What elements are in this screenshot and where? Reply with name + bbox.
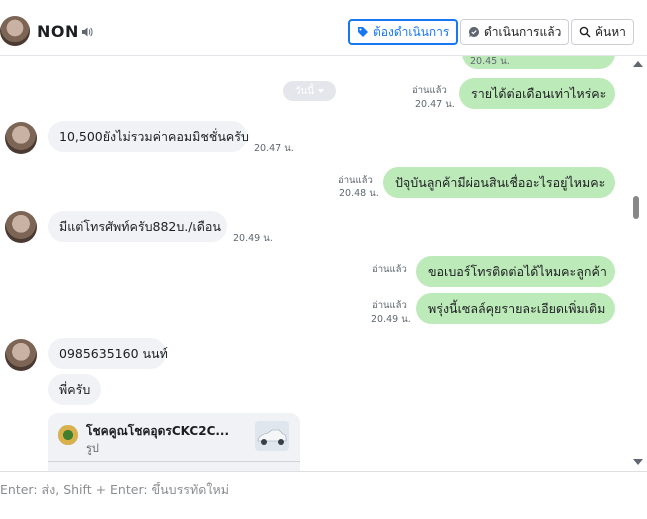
message-text: รายได้ต่อเดือนเท่าไหร่คะ: [471, 85, 607, 101]
read-status: อ่านแล้ว: [412, 85, 447, 96]
card-subtitle: รูป: [86, 442, 99, 455]
read-status: อ่านแล้ว: [372, 300, 407, 311]
pending-button-label: ต้องดำเนินการ: [373, 24, 450, 39]
date-filter-pill[interactable]: วันนี้: [283, 81, 336, 101]
message-text: 0985635160 นนท์: [59, 345, 168, 361]
car-image: [255, 421, 289, 451]
message-bubble-outgoing[interactable]: รายได้ต่อเดือนเท่าไหร่คะ: [459, 78, 615, 109]
scroll-thumb[interactable]: [633, 196, 639, 219]
tag-icon: [358, 27, 368, 37]
search-button-label: ค้นหา: [595, 24, 626, 39]
scroll-down-arrow-icon[interactable]: [633, 459, 643, 465]
contact-avatar: [5, 339, 37, 371]
card-divider: [48, 461, 300, 462]
pending-button[interactable]: ต้องดำเนินการ: [348, 19, 459, 45]
search-button[interactable]: ค้นหา: [571, 19, 634, 45]
message-bubble-outgoing[interactable]: ขอเบอร์โทรติดต่อได้ไหมคะลูกค้า: [416, 256, 615, 287]
contact-avatar[interactable]: [0, 16, 30, 46]
page-logo: [58, 425, 78, 445]
message-composer: [0, 471, 647, 519]
message-bubble-incoming[interactable]: 10,500ยังไม่รวมค่าคอมมิชชั่นครับ: [48, 121, 249, 152]
date-pill-label: วันนี้: [294, 85, 315, 97]
scroll-up-arrow-icon[interactable]: [633, 61, 643, 67]
message-text: มีแต่โทรศัพท์ครับ882บ./เดือน: [59, 218, 221, 234]
message-time: 20.49 น.: [371, 314, 411, 325]
message-text: ขอเบอร์โทรติดต่อได้ไหมคะลูกค้า: [428, 263, 607, 279]
message-text: พี่ครับ: [59, 381, 91, 397]
chevron-down-icon: [318, 89, 325, 93]
message-time: 20.45 น.: [470, 56, 510, 67]
message-input[interactable]: [0, 482, 600, 497]
shared-post-card[interactable]: โชคคูณโชคอุดรCKC2C... รูป: [48, 413, 300, 471]
chat-scrollbar[interactable]: [630, 56, 647, 471]
done-button[interactable]: ดำเนินการแล้ว: [460, 19, 570, 45]
message-time: 20.48 น.: [339, 188, 379, 199]
message-time: 20.49 น.: [233, 233, 273, 244]
message-bubble-outgoing[interactable]: พรุ่งนี้เซลล์คุยรายละเอียดเพิ่มเติม: [416, 293, 615, 324]
done-button-label: ดำเนินการแล้ว: [484, 24, 562, 39]
message-text: 10,500ยังไม่รวมค่าคอมมิชชั่นครับ: [59, 128, 249, 144]
message-time: 20.47 น.: [254, 143, 294, 154]
message-text: พรุ่งนี้เซลล์คุยรายละเอียดเพิ่มเติม: [428, 300, 606, 316]
speaker-icon[interactable]: [81, 26, 93, 38]
read-status: อ่านแล้ว: [372, 264, 407, 275]
message-time: 20.47 น.: [415, 99, 455, 110]
card-thumbnail: [255, 421, 289, 451]
card-title: โชคคูณโชคอุดรCKC2C...: [86, 424, 230, 438]
contact-avatar: [5, 211, 37, 243]
chat-header: NON ต้องดำเนินการ ดำเนินการแล้ว ค้นหา: [0, 8, 647, 56]
message-list[interactable]: 20.45 น. วันนี้ อ่านแล้ว 20.47 น. รายได้…: [0, 56, 630, 471]
contact-name: NON: [37, 22, 79, 41]
message-bubble-incoming[interactable]: มีแต่โทรศัพท์ครับ882บ./เดือน: [48, 211, 227, 242]
chat-check-icon: [469, 27, 479, 37]
message-bubble-outgoing[interactable]: ปัจุบันลูกค้ามีผ่อนสินเชื่ออะไรอยู่ไหมคะ: [383, 167, 615, 198]
message-text: ปัจุบันลูกค้ามีผ่อนสินเชื่ออะไรอยู่ไหมคะ: [395, 174, 606, 190]
message-bubble-incoming[interactable]: พี่ครับ: [48, 374, 101, 405]
message-bubble-incoming[interactable]: 0985635160 นนท์: [48, 338, 168, 369]
contact-avatar: [5, 122, 37, 154]
search-icon: [579, 26, 591, 38]
